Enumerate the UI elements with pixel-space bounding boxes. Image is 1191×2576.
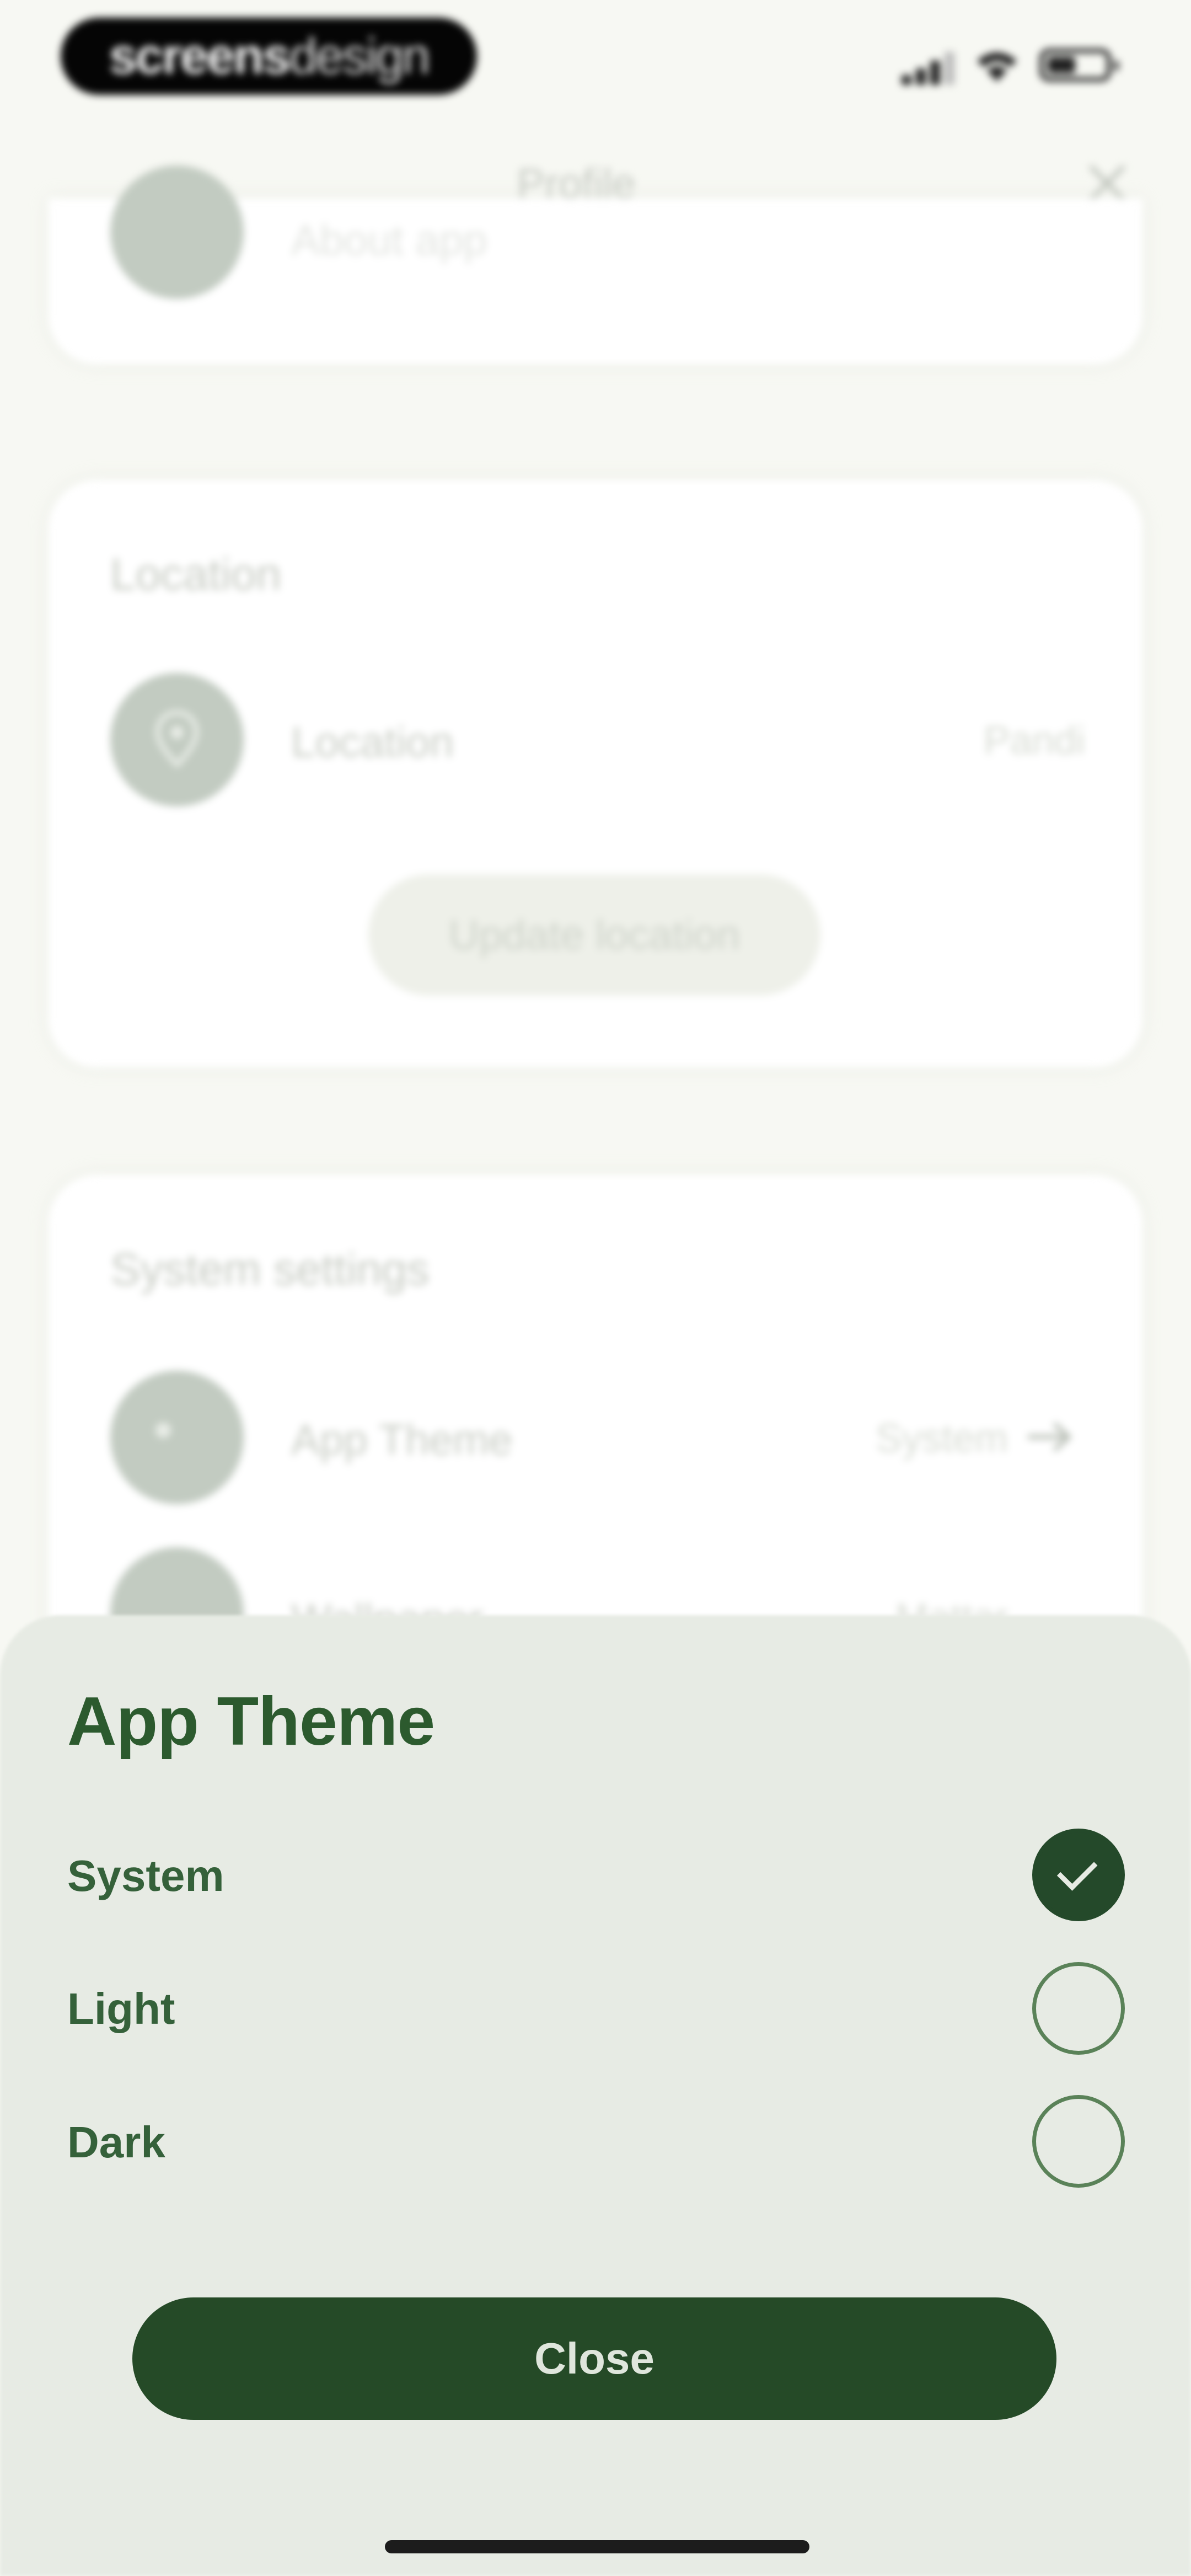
- theme-icon: [110, 1371, 244, 1504]
- app-theme-row-value: System: [875, 1417, 1008, 1461]
- update-location-button[interactable]: Update location: [368, 874, 820, 996]
- signal-icon: [902, 51, 957, 85]
- system-settings-title: System settings: [110, 1244, 430, 1295]
- location-card-title: Location: [110, 549, 282, 600]
- arrow-right-icon[interactable]: [1024, 1420, 1074, 1453]
- info-icon: [110, 165, 244, 299]
- sheet-title: App Theme: [67, 1684, 435, 1760]
- about-card: About app: [49, 165, 1142, 364]
- system-settings-card: System settings App Theme System Wallpap…: [49, 1175, 1142, 1681]
- wifi-icon: [975, 49, 1019, 85]
- radio-dark[interactable]: [1032, 2095, 1125, 2188]
- location-row-value: Pandi: [983, 719, 1085, 763]
- location-pin-icon: [110, 673, 244, 806]
- check-icon: [1056, 1850, 1097, 1891]
- about-row-label: About app: [291, 216, 487, 264]
- radio-light[interactable]: [1032, 1962, 1125, 2055]
- radio-system-selected[interactable]: [1032, 1829, 1125, 1921]
- app-theme-row-label: App Theme: [291, 1415, 513, 1464]
- option-label-system[interactable]: System: [67, 1851, 224, 1901]
- location-row-label: Location: [291, 718, 454, 766]
- screensdesign-logo: screensdesign: [61, 18, 477, 95]
- close-button[interactable]: Close: [132, 2297, 1056, 2420]
- option-label-dark[interactable]: Dark: [67, 2117, 165, 2168]
- battery-icon: [1039, 49, 1119, 82]
- home-indicator: [385, 2540, 809, 2553]
- option-label-light[interactable]: Light: [67, 1984, 175, 2034]
